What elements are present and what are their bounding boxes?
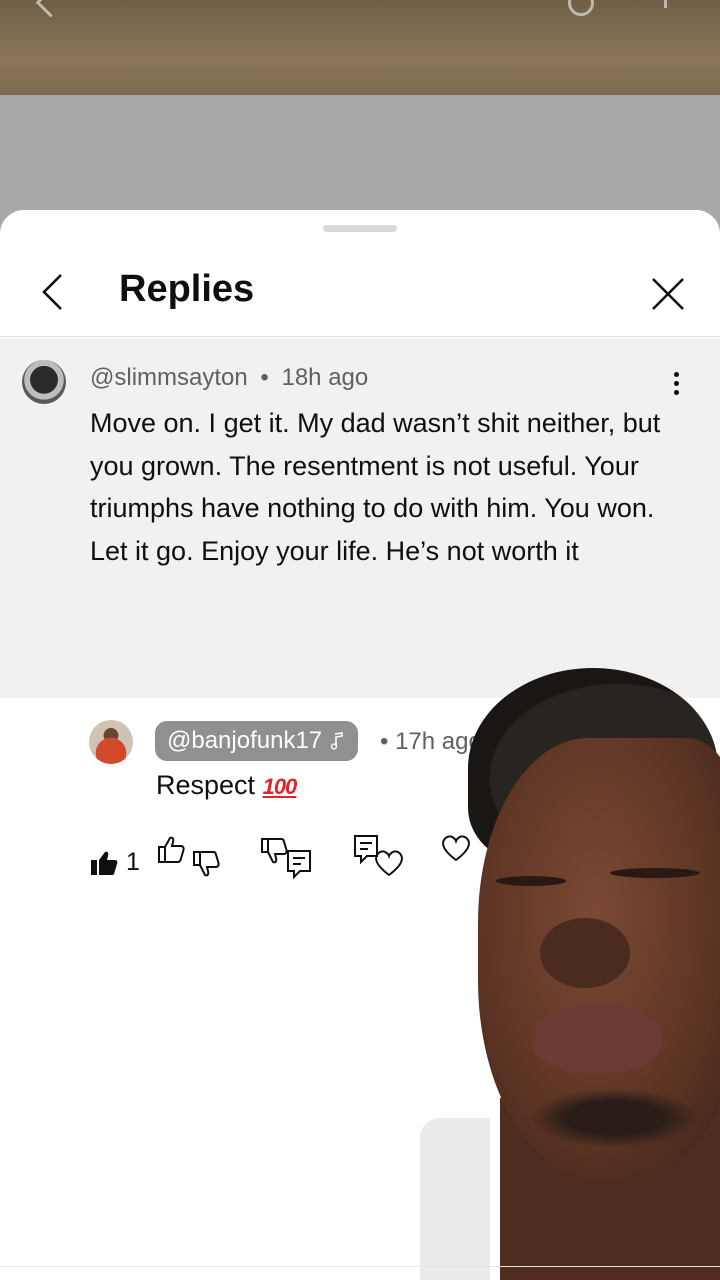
- creator-brow: [496, 876, 566, 886]
- dot: [673, 389, 679, 395]
- reply-dislike-button[interactable]: [260, 836, 288, 864]
- creator-nose: [540, 918, 630, 988]
- dislike-button[interactable]: [192, 849, 220, 877]
- reply-like-button[interactable]: [157, 836, 185, 864]
- thumbs-up-icon: [158, 836, 185, 863]
- comment-meta: @slimmsayton • 18h ago: [90, 364, 368, 392]
- reply-text-body: Respect: [156, 770, 256, 800]
- more-options-button[interactable]: [664, 368, 688, 398]
- sheet-drag-handle[interactable]: [323, 225, 397, 232]
- page-title: Replies: [119, 268, 255, 310]
- creator-brow: [610, 868, 700, 878]
- creator-video-overlay: [420, 668, 720, 1280]
- music-note-icon: [331, 732, 343, 750]
- tank-top: [420, 1118, 490, 1280]
- meta-separator: •: [260, 364, 269, 391]
- comment-actions: 1: [90, 848, 140, 877]
- creator-mouth: [532, 1004, 662, 1074]
- comment-icon: [354, 835, 378, 864]
- back-arrow-icon: [35, 0, 66, 18]
- avatar[interactable]: [89, 720, 133, 764]
- dot: [673, 371, 679, 377]
- reply-author: @banjofunk17: [167, 727, 323, 754]
- like-count: 1: [126, 848, 140, 876]
- avatar[interactable]: [22, 360, 66, 404]
- comment-time: 18h ago: [281, 364, 369, 391]
- dot: [673, 380, 679, 386]
- close-icon: [652, 278, 684, 310]
- divider: [0, 1266, 720, 1267]
- comment-author[interactable]: @slimmsayton: [90, 364, 248, 391]
- search-icon: [568, 0, 594, 16]
- like-button[interactable]: 1: [90, 848, 140, 877]
- thumbs-down-icon: [193, 851, 220, 877]
- reply-comment-button[interactable]: [353, 834, 379, 864]
- thumbs-down-icon: [261, 838, 288, 864]
- more-icon: [664, 0, 673, 8]
- thumbs-up-filled-icon: [91, 851, 118, 875]
- video-background-top: [0, 0, 720, 105]
- close-button[interactable]: [644, 270, 692, 318]
- hundred-points-emoji: 100: [262, 774, 298, 799]
- comment-text: Move on. I get it. My dad wasn’t shit ne…: [90, 408, 661, 566]
- back-button[interactable]: [30, 270, 74, 314]
- meta-separator: •: [380, 728, 389, 755]
- comment-icon: [287, 850, 311, 879]
- reply-author-chip[interactable]: @banjofunk17: [155, 721, 359, 761]
- parent-comment: @slimmsayton • 18h ago Move on. I get it…: [0, 338, 720, 879]
- reply-button[interactable]: [286, 849, 312, 879]
- replies-header: Replies: [0, 250, 720, 337]
- reply-text: Respect 100: [156, 770, 298, 801]
- chevron-left-icon: [42, 274, 62, 310]
- creator-beard: [530, 1088, 700, 1148]
